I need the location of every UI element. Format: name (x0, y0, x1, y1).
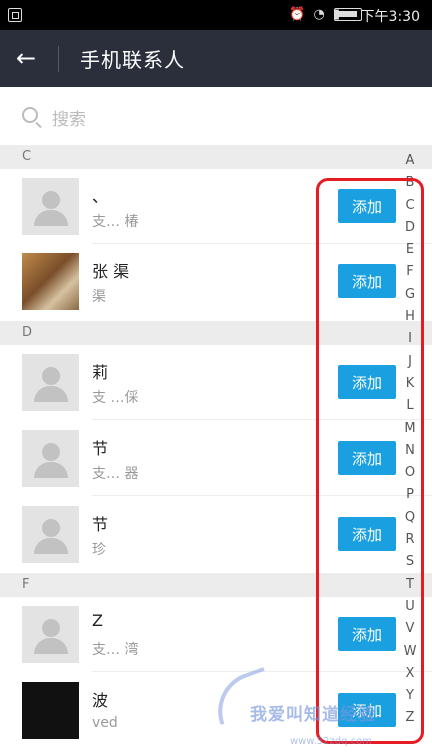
contact-name: 、 (92, 187, 109, 206)
section-header-c: C (0, 145, 432, 169)
contact-subtitle: 渠 (92, 289, 106, 305)
index-letter-e[interactable]: E (406, 239, 414, 261)
avatar (22, 430, 79, 487)
contact-row[interactable]: 节 珍 添加 (0, 497, 432, 572)
index-letter-w[interactable]: W (404, 641, 417, 663)
index-letter-j[interactable]: J (408, 351, 412, 373)
avatar (22, 354, 79, 411)
status-bar: ⏰ ◔ ▮ 下午3:30 (0, 0, 432, 30)
index-letter-z[interactable]: Z (406, 707, 415, 729)
contact-subtitle: ved (92, 715, 118, 731)
index-letter-k[interactable]: K (406, 373, 415, 395)
index-letter-d[interactable]: D (405, 217, 415, 239)
index-letter-l[interactable]: L (406, 395, 413, 417)
add-contact-button[interactable]: 添加 (338, 365, 396, 399)
battery-icon (334, 8, 362, 21)
index-letter-f[interactable]: F (406, 261, 413, 283)
add-contact-button[interactable]: 添加 (338, 517, 396, 551)
index-letter-i[interactable]: I (408, 328, 412, 350)
wifi-icon: ◔ (313, 7, 325, 22)
index-letter-g[interactable]: G (405, 284, 415, 306)
index-letter-h[interactable]: H (405, 306, 415, 328)
add-contact-button[interactable]: 添加 (338, 441, 396, 475)
index-letter-q[interactable]: Q (405, 507, 415, 529)
index-letter-u[interactable]: U (405, 596, 415, 618)
contact-name: Z (92, 611, 103, 630)
section-header-d: D (0, 321, 432, 345)
index-letter-y[interactable]: Y (406, 685, 414, 707)
index-letter-v[interactable]: V (406, 618, 415, 640)
contact-row[interactable]: 、 支… 椿 添加 (0, 169, 432, 244)
system-icons: ⏰ ◔ ▮ (289, 7, 340, 22)
index-letter-c[interactable]: C (405, 195, 414, 217)
status-time: 下午3:30 (360, 9, 420, 25)
contact-row[interactable]: 节 支… 器 添加 (0, 421, 432, 496)
row-divider (92, 495, 432, 496)
contact-subtitle: 珍 (92, 542, 106, 558)
add-contact-button[interactable]: 添加 (338, 264, 396, 298)
index-letter-a[interactable]: A (406, 150, 415, 172)
contact-name: 张 渠 (92, 262, 130, 281)
index-letter-b[interactable]: B (406, 172, 415, 194)
alarm-icon: ⏰ (289, 7, 306, 22)
contact-name: 莉 (92, 363, 109, 382)
watermark-text: 我爱叫知道经验 (250, 705, 376, 725)
index-letter-o[interactable]: O (405, 462, 415, 484)
index-letter-p[interactable]: P (406, 484, 414, 506)
avatar (22, 606, 79, 663)
contact-subtitle: 支 …倸 (92, 390, 139, 406)
contact-subtitle: 支… 器 (92, 466, 139, 482)
contact-row[interactable]: Z 支… 湾 添加 (0, 597, 432, 672)
search-icon (22, 107, 38, 123)
avatar (22, 506, 79, 563)
index-letter-t[interactable]: T (406, 574, 414, 596)
avatar (22, 253, 79, 310)
screenshot-icon (8, 8, 22, 22)
contact-name: 波 (92, 691, 109, 710)
alphabet-index[interactable]: ABCDEFGHIJKLMNOPQRSTUVWXYZ (398, 150, 422, 730)
row-divider (92, 419, 432, 420)
avatar (22, 178, 79, 235)
index-letter-s[interactable]: S (406, 551, 414, 573)
contact-name: 节 (92, 515, 109, 534)
title-separator (58, 46, 59, 72)
contact-row[interactable]: 张 渠 渠 添加 (0, 244, 432, 319)
avatar (22, 682, 79, 739)
add-contact-button[interactable]: 添加 (338, 617, 396, 651)
watermark-url: www.52zdq.com (290, 736, 373, 747)
contact-name: 节 (92, 439, 109, 458)
index-letter-r[interactable]: R (405, 529, 414, 551)
search-bar[interactable]: 搜索 (0, 87, 432, 145)
index-letter-n[interactable]: N (405, 440, 415, 462)
contact-subtitle: 支… 湾 (92, 642, 139, 658)
arrow-left-icon[interactable]: ← (16, 46, 42, 72)
index-letter-m[interactable]: M (404, 418, 415, 440)
index-letter-x[interactable]: X (406, 663, 415, 685)
add-contact-button[interactable]: 添加 (338, 189, 396, 223)
page-title: 手机联系人 (80, 48, 185, 72)
search-input[interactable]: 搜索 (52, 105, 86, 130)
title-bar: ← 手机联系人 (0, 30, 432, 87)
contact-row[interactable]: 莉 支 …倸 添加 (0, 345, 432, 420)
section-header-f: F (0, 573, 432, 597)
contact-subtitle: 支… 椿 (92, 214, 139, 230)
